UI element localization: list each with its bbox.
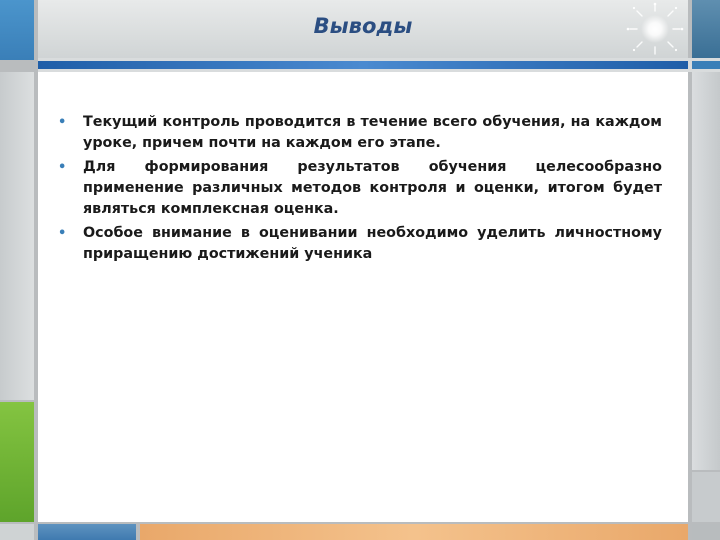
bullet-text: Текущий контроль проводится в течение вс… bbox=[83, 114, 662, 151]
decor-block-blue-top-right bbox=[692, 0, 720, 58]
decor-block-green-left bbox=[0, 402, 34, 522]
decor-block-orange-bottom bbox=[140, 524, 688, 540]
title-underline-stripe bbox=[38, 61, 688, 69]
bullet-item: • Особое внимание в оценивании необходим… bbox=[58, 223, 662, 265]
bullet-item: • Текущий контроль проводится в течение … bbox=[58, 112, 662, 154]
title-underline-stripe-right bbox=[692, 61, 720, 69]
bullet-text: Для формирования результатов обучения це… bbox=[83, 159, 662, 217]
bullet-icon: • bbox=[58, 115, 67, 130]
slide-title: Выводы bbox=[313, 14, 413, 38]
decor-block-gray-right bbox=[692, 72, 720, 470]
decor-block-blue-left bbox=[0, 0, 34, 60]
decor-block-blue-bottom bbox=[38, 524, 136, 540]
decor-block-gray-bottom-right bbox=[692, 524, 720, 540]
decor-block-gray-right-lower bbox=[692, 472, 720, 522]
decor-block-gray-bottom-left bbox=[0, 524, 34, 540]
bullet-text: Особое внимание в оценивании необходимо … bbox=[83, 225, 662, 262]
bullet-icon: • bbox=[58, 226, 67, 241]
decor-block-gray-left bbox=[0, 72, 34, 400]
bullet-icon: • bbox=[58, 160, 67, 175]
bullet-item: • Для формирования результатов обучения … bbox=[58, 157, 662, 220]
bullet-list: • Текущий контроль проводится в течение … bbox=[58, 112, 662, 268]
